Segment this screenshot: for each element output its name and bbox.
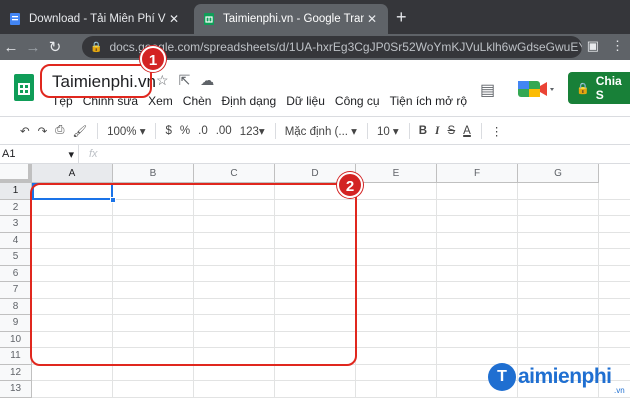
paint-format-icon[interactable]: 🖌 [72, 124, 87, 138]
browser-tab-strip: Download - Tải Miễn Phí VN - Ph ✕ Taimie… [0, 0, 630, 34]
new-tab-button[interactable]: + [396, 8, 407, 26]
title-highlight-box [40, 64, 152, 98]
lock-icon: 🔒 [90, 41, 103, 53]
row-gridline [32, 396, 630, 398]
percent-format-button[interactable]: % [180, 125, 190, 137]
step-badge-2: 2 [337, 172, 363, 198]
formatting-toolbar: ↶ ↷ ⎙ 🖌 100% ▾ $ % .0 .00 123▾ Mặc định … [0, 116, 630, 144]
print-icon[interactable]: ⎙ [55, 124, 64, 137]
column-header-g[interactable]: G [518, 164, 599, 183]
name-box-value: A1 [2, 147, 16, 160]
share-label: Chia S [595, 74, 622, 102]
row-header-13[interactable]: 13 [0, 381, 32, 398]
row-header-3[interactable]: 3 [0, 216, 32, 233]
column-header-f[interactable]: F [437, 164, 518, 183]
toolbar-divider [480, 122, 482, 139]
chevron-down-icon: ▾ [68, 148, 74, 161]
cloud-status-icon[interactable]: ☁ [200, 72, 214, 89]
reload-icon[interactable]: ↻ [44, 38, 66, 56]
column-header-e[interactable]: E [356, 164, 437, 183]
tab-title: Download - Tải Miễn Phí VN - Ph [29, 13, 166, 25]
star-icon[interactable]: ☆ [156, 72, 169, 89]
back-icon[interactable]: ← [0, 39, 22, 56]
decrease-decimal-button[interactable]: .0 [198, 125, 208, 137]
menu-view[interactable]: Xem [148, 94, 173, 108]
browser-tab-sheet[interactable]: Taimienphi.vn - Google Trang tín ✕ [194, 4, 388, 34]
row-header-6[interactable]: 6 [0, 265, 32, 282]
row-header-7[interactable]: 7 [0, 282, 32, 299]
row-header-8[interactable]: 8 [0, 298, 32, 315]
toolbar-divider [97, 122, 99, 139]
row-header-4[interactable]: 4 [0, 232, 32, 249]
row-header-11[interactable]: 11 [0, 348, 32, 365]
column-header-b[interactable]: B [113, 164, 194, 183]
share-button[interactable]: 🔒 Chia S [568, 72, 630, 104]
name-box[interactable]: A1 ▾ [0, 148, 78, 161]
lock-icon: 🔒 [576, 82, 590, 95]
watermark-logo-icon: T [488, 363, 516, 391]
address-bar: ← → ↻ 🔒 docs.google.com/spreadsheets/d/1… [0, 34, 630, 60]
column-header-a[interactable]: A [32, 164, 113, 183]
taimienphi-watermark: T aimienphi .vn [488, 362, 625, 395]
toolbar-divider [274, 122, 276, 139]
bold-button[interactable]: B [419, 125, 427, 137]
menu-data[interactable]: Dữ liệu [286, 94, 325, 108]
fx-icon: fx [78, 145, 98, 163]
italic-button[interactable]: I [435, 125, 439, 137]
sheets-favicon-icon [204, 13, 214, 25]
row-header-1[interactable]: 1 [0, 183, 32, 200]
undo-icon[interactable]: ↶ [20, 124, 30, 138]
doc-favicon-icon [10, 13, 20, 25]
url-text: docs.google.com/spreadsheets/d/1UA-hxrEg… [109, 40, 582, 54]
text-color-button[interactable]: A [463, 125, 471, 137]
move-folder-icon[interactable]: ⇱ [179, 72, 191, 89]
sidebar-toggle-icon[interactable]: ▣ [587, 38, 599, 54]
row-header-2[interactable]: 2 [0, 199, 32, 216]
formula-bar: A1 ▾ fx [0, 144, 630, 164]
sheets-logo-icon[interactable] [14, 74, 34, 101]
toolbar-divider [408, 122, 410, 139]
more-options-icon[interactable]: ⋮ [491, 124, 503, 138]
more-formats-button[interactable]: 123▾ [240, 124, 265, 138]
zoom-select[interactable]: 100% ▾ [107, 124, 145, 138]
menu-format[interactable]: Định dạng [221, 94, 276, 108]
row-header-9[interactable]: 9 [0, 315, 32, 332]
column-header-c[interactable]: C [194, 164, 275, 183]
extensions-icon[interactable]: ⋮ [611, 38, 624, 54]
meet-icon[interactable] [516, 78, 556, 100]
forward-icon[interactable]: → [22, 39, 44, 56]
close-tab-icon[interactable]: ✕ [166, 12, 182, 26]
grid-highlight-box [30, 183, 357, 366]
redo-icon[interactable]: ↷ [38, 124, 48, 138]
font-select[interactable]: Mặc định (... ▾ [285, 124, 357, 138]
select-all-corner[interactable] [0, 164, 32, 183]
menu-tools[interactable]: Công cụ [335, 94, 380, 108]
comment-icon[interactable]: ▤ [480, 80, 495, 100]
row-header-10[interactable]: 10 [0, 331, 32, 348]
watermark-text: aimienphi [518, 365, 612, 388]
tab-title: Taimienphi.vn - Google Trang tín [223, 13, 364, 25]
strikethrough-button[interactable]: S [448, 125, 456, 137]
currency-format-button[interactable]: $ [165, 125, 171, 137]
row-header-5[interactable]: 5 [0, 249, 32, 266]
font-size-select[interactable]: 10 ▾ [377, 124, 399, 138]
watermark-sub: .vn [614, 386, 625, 395]
menu-extensions[interactable]: Tiện ích mở rộ [390, 94, 467, 108]
increase-decimal-button[interactable]: .00 [216, 125, 232, 137]
row-header-12[interactable]: 12 [0, 364, 32, 381]
browser-tab-download[interactable]: Download - Tải Miễn Phí VN - Ph ✕ [0, 4, 190, 34]
step-badge-1: 1 [140, 46, 166, 72]
menu-insert[interactable]: Chèn [183, 94, 212, 108]
toolbar-divider [155, 122, 157, 139]
toolbar-divider [366, 122, 368, 139]
close-tab-icon[interactable]: ✕ [364, 12, 380, 26]
